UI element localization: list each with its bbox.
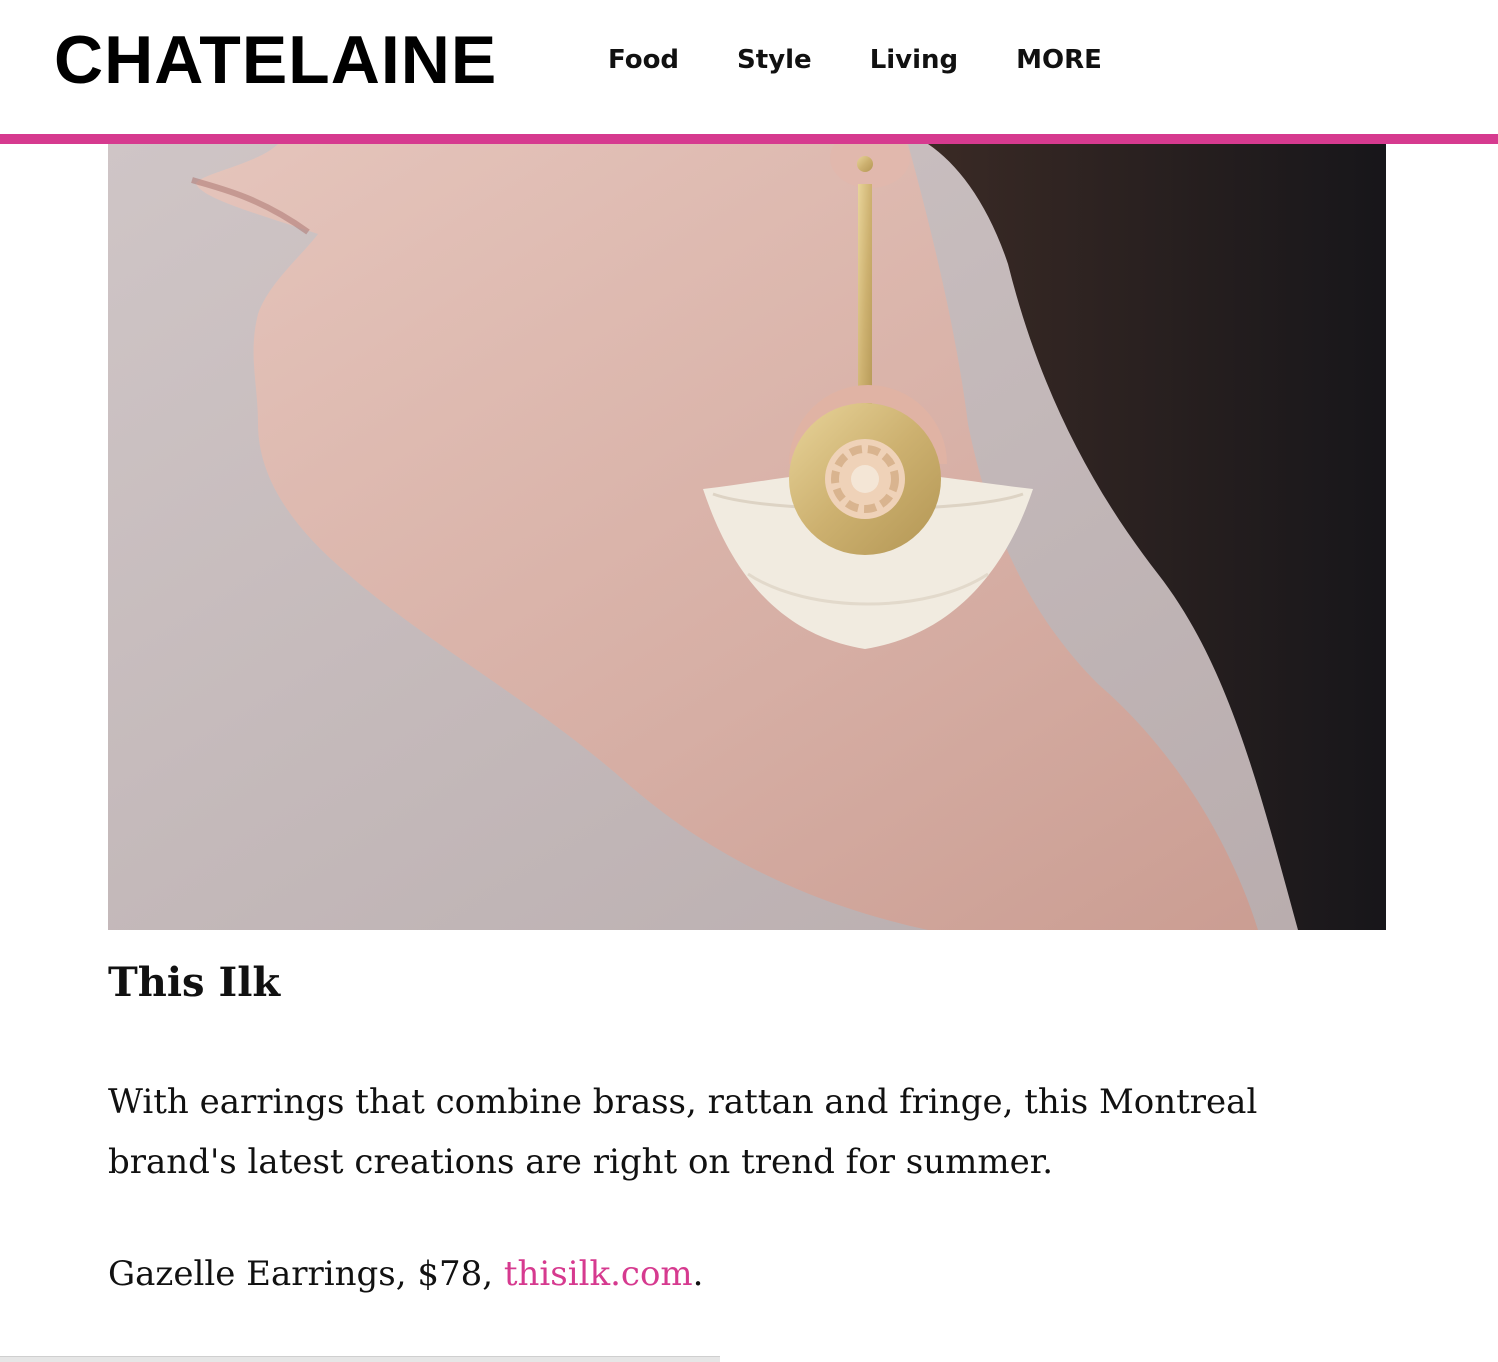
site-header: CHATELAINE Food Style Living MORE [0, 0, 1498, 144]
hero-image [108, 144, 1386, 930]
earring-photo [108, 144, 1386, 930]
nav-item-more[interactable]: MORE [1016, 42, 1102, 78]
item-price-text: Gazelle Earrings, $78, [108, 1254, 504, 1294]
shop-link[interactable]: thisilk.com [504, 1254, 693, 1294]
site-logo[interactable]: CHATELAINE [54, 22, 497, 98]
nav-item-food[interactable]: Food [608, 42, 679, 78]
main-nav: Food Style Living MORE [608, 42, 1160, 78]
item-description: With earrings that combine brass, rattan… [108, 1082, 1258, 1182]
item-price-line: Gazelle Earrings, $78, thisilk.com. [108, 1244, 1386, 1304]
nav-item-style[interactable]: Style [737, 42, 812, 78]
nav-item-living[interactable]: Living [870, 42, 958, 78]
article-item: This Ilk With earrings that combine bras… [108, 950, 1386, 1304]
item-title: This Ilk [108, 959, 281, 1006]
horizontal-scrollbar[interactable] [0, 1356, 720, 1362]
item-price-suffix: . [692, 1254, 704, 1294]
